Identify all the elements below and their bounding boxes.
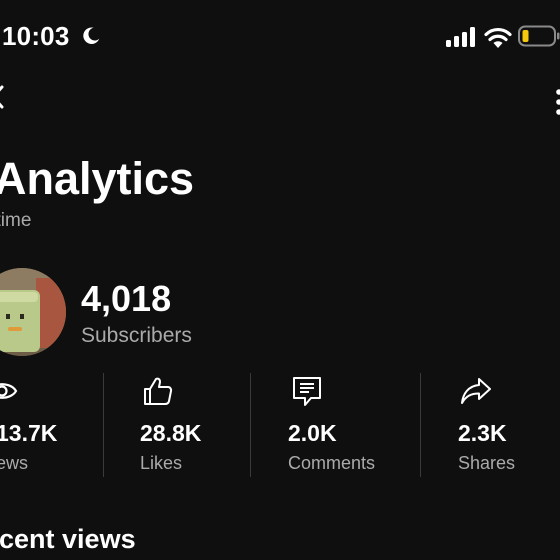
- wifi-icon: [484, 27, 512, 48]
- cellular-signal-icon: [446, 27, 475, 47]
- battery-icon: [518, 25, 560, 47]
- stat-divider: [103, 373, 104, 477]
- likes-value: 28.8K: [140, 420, 202, 446]
- stat-divider: [250, 373, 251, 477]
- comment-icon: [293, 377, 321, 406]
- back-arrow-icon[interactable]: [0, 84, 6, 110]
- subscriber-count: 4,018: [81, 278, 172, 319]
- avatar-image: [0, 268, 66, 356]
- eye-icon: [0, 383, 18, 399]
- more-options-icon[interactable]: [554, 88, 560, 118]
- time-range-label[interactable]: l time: [0, 208, 31, 234]
- thumbs-up-icon: [144, 377, 173, 405]
- views-label: ews: [0, 453, 29, 473]
- section-heading-recent-views: ecent views: [0, 524, 136, 554]
- status-time: 10:03: [2, 21, 70, 51]
- share-icon: [461, 378, 491, 404]
- moon-icon: [83, 27, 100, 44]
- stat-divider: [420, 373, 421, 477]
- page-title: Analytics: [0, 153, 195, 204]
- shares-value: 2.3K: [458, 420, 507, 446]
- likes-label: Likes: [140, 453, 183, 473]
- channel-avatar: [0, 268, 66, 356]
- views-value: 13.7K: [0, 420, 58, 446]
- comments-value: 2.0K: [288, 420, 337, 446]
- comments-label: Comments: [288, 453, 376, 473]
- shares-label: Shares: [458, 453, 516, 473]
- subscriber-label: Subscribers: [81, 324, 192, 347]
